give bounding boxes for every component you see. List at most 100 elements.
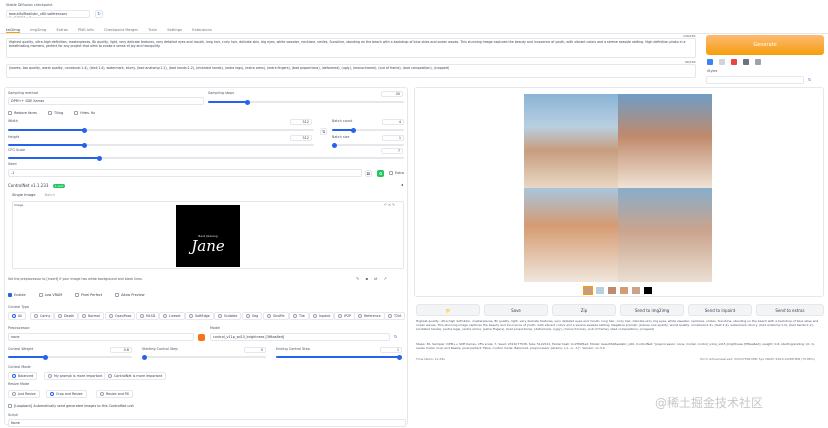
control-type-normal[interactable]: Normal	[78, 312, 104, 320]
low-vram-checkbox[interactable]: Low VRAM	[38, 293, 62, 297]
mode-prompt-important[interactable]: My prompt is more important	[44, 372, 107, 380]
cfg-slider[interactable]	[8, 155, 404, 161]
recycle-icon[interactable]: ♻	[377, 170, 384, 177]
thumbnail-3[interactable]	[620, 287, 628, 294]
style-icon[interactable]	[731, 59, 737, 65]
refresh-icon[interactable]: ↻	[95, 10, 103, 18]
control-type-inpaint[interactable]: Inpaint	[309, 312, 335, 320]
extra-networks-icon[interactable]	[755, 59, 761, 65]
tab-train[interactable]: Train	[148, 28, 157, 32]
control-type-softedge[interactable]: SoftEdge	[185, 312, 214, 320]
end-step-slider[interactable]	[276, 354, 402, 360]
tab-batch[interactable]: Batch	[45, 193, 55, 197]
canvas-action-icons[interactable]: ✎▪⇄↗	[356, 276, 393, 281]
styles-refresh-icon[interactable]: ↻	[808, 77, 811, 82]
controlnet-header[interactable]: ControlNet v1.1.233 1 unit	[8, 183, 66, 188]
tiling-checkbox[interactable]: Tiling	[48, 111, 63, 115]
tab-extensions[interactable]: Extensions	[192, 28, 212, 32]
height-input[interactable]: 512	[290, 135, 312, 141]
loopback-checkbox[interactable]: [Loopback] Automatically send generated …	[8, 404, 134, 408]
gallery-cell-2	[618, 94, 712, 188]
control-type-seg[interactable]: Seg	[242, 312, 263, 320]
dice-icon[interactable]: ⚄	[365, 170, 372, 177]
cfg-input[interactable]: 7	[381, 148, 403, 154]
send-to-img2img-button[interactable]: Send to img2img	[620, 304, 684, 316]
steps-slider[interactable]	[208, 99, 404, 105]
seed-label: Seed	[8, 162, 17, 166]
negative-prompt-textarea[interactable]: (lowres, low quality, worst quality, unn…	[6, 64, 696, 78]
seed-input[interactable]: -1	[8, 169, 362, 177]
control-type-scribble[interactable]: Scribble	[214, 312, 242, 320]
collapse-icon[interactable]: ◂	[401, 182, 403, 187]
start-step-input[interactable]: 0	[244, 347, 266, 353]
tab-png-info[interactable]: PNG Info	[78, 28, 94, 32]
steps-input[interactable]: 30	[381, 91, 403, 97]
swap-dimensions-icon[interactable]: ⇅	[320, 128, 327, 135]
enable-checkbox[interactable]: Enable	[8, 293, 26, 297]
control-type-all[interactable]: All	[8, 312, 27, 320]
gallery-grid-image[interactable]	[524, 94, 712, 282]
sampler-select[interactable]: DPM++ SDE Karras	[8, 97, 204, 105]
height-slider[interactable]	[8, 142, 314, 148]
generate-button[interactable]: Generate	[706, 35, 824, 55]
run-preprocessor-icon[interactable]	[198, 334, 205, 341]
resize-just-resize[interactable]: Just Resize	[8, 390, 40, 398]
control-type-depth[interactable]: Depth	[54, 312, 79, 320]
batch-size-slider[interactable]	[332, 142, 404, 148]
save-style-icon[interactable]	[743, 59, 749, 65]
open-folder-button[interactable]: 📁	[416, 304, 480, 316]
pixel-perfect-checkbox[interactable]: Pixel Perfect	[75, 293, 102, 297]
thumbnail-1[interactable]	[596, 287, 604, 294]
tab-img2img[interactable]: img2img	[30, 28, 46, 32]
start-step-slider[interactable]	[142, 354, 266, 360]
extra-seed-checkbox[interactable]: Extra	[389, 171, 404, 175]
send-to-inpaint-button[interactable]: Send to inpaint	[688, 304, 752, 316]
resize-crop-and-resize[interactable]: Crop and Resize	[46, 390, 87, 398]
control-type-reference[interactable]: Reference	[354, 312, 385, 320]
prompt-textarea[interactable]: Highest quality, ultra-high definition, …	[6, 38, 696, 58]
allow-preview-checkbox[interactable]: Allow Preview	[115, 293, 144, 297]
styles-select[interactable]	[706, 76, 804, 84]
width-input[interactable]: 512	[290, 119, 312, 125]
batch-count-input[interactable]: 4	[382, 119, 404, 125]
tab-single-image[interactable]: Single Image	[12, 193, 35, 197]
control-type-t2ia[interactable]: T2IA	[384, 312, 406, 320]
control-type-openpose[interactable]: OpenPose	[105, 312, 136, 320]
canvas-tools[interactable]: ↶ ✕ ✎	[384, 203, 395, 207]
control-type-tile[interactable]: Tile	[289, 312, 309, 320]
model-select[interactable]: control_v11p_sd15_brightness [5f6aa6ed]	[210, 333, 390, 341]
mode-balanced[interactable]: Balanced	[8, 372, 38, 380]
hires-fix-checkbox[interactable]: Hires. fix	[74, 111, 95, 115]
restore-faces-checkbox[interactable]: Restore faces	[8, 111, 37, 115]
tab-settings[interactable]: Settings	[167, 28, 182, 32]
tab-checkpoint-merger[interactable]: Checkpoint Merger	[104, 28, 138, 32]
mode-controlnet-important[interactable]: ControlNet is more important	[104, 372, 167, 380]
send-to-extras-button[interactable]: Send to extras	[756, 304, 824, 316]
preprocessor-select[interactable]: none	[8, 333, 194, 341]
control-type-lineart[interactable]: Lineart	[159, 312, 185, 320]
zip-button[interactable]: Zip	[552, 304, 616, 316]
resize-and-fill[interactable]: Resize and Fill	[96, 390, 134, 398]
control-type-canny[interactable]: Canny	[30, 312, 55, 320]
trash-icon[interactable]	[719, 59, 725, 65]
read-params-icon[interactable]	[707, 59, 713, 65]
model-refresh-icon[interactable]: ↻	[394, 334, 397, 339]
thumbnail-grid[interactable]	[583, 286, 593, 295]
save-button[interactable]: Save	[484, 304, 548, 316]
thumbnail-2[interactable]	[608, 287, 616, 294]
control-type-mlsd[interactable]: MLSD	[136, 312, 160, 320]
control-type-ip2p[interactable]: IP2P	[334, 312, 356, 320]
batch-count-slider[interactable]	[332, 127, 404, 133]
tab-extras[interactable]: Extras	[56, 28, 67, 32]
thumbnail-4[interactable]	[632, 287, 640, 294]
end-step-input[interactable]: 1	[380, 347, 402, 353]
thumbnail-control[interactable]	[644, 287, 652, 294]
signature-main-text: Jane	[191, 237, 225, 255]
control-weight-slider[interactable]	[8, 354, 132, 360]
batch-size-input[interactable]: 1	[382, 135, 404, 141]
control-type-shuffle[interactable]: Shuffle	[263, 312, 289, 320]
width-slider[interactable]	[8, 127, 314, 133]
checkpoint-select[interactable]: beautifulRealistic_v60.safetensors [bc2f…	[6, 10, 90, 18]
script-select[interactable]: None	[8, 419, 406, 427]
control-weight-input[interactable]: 0.6	[110, 347, 132, 353]
